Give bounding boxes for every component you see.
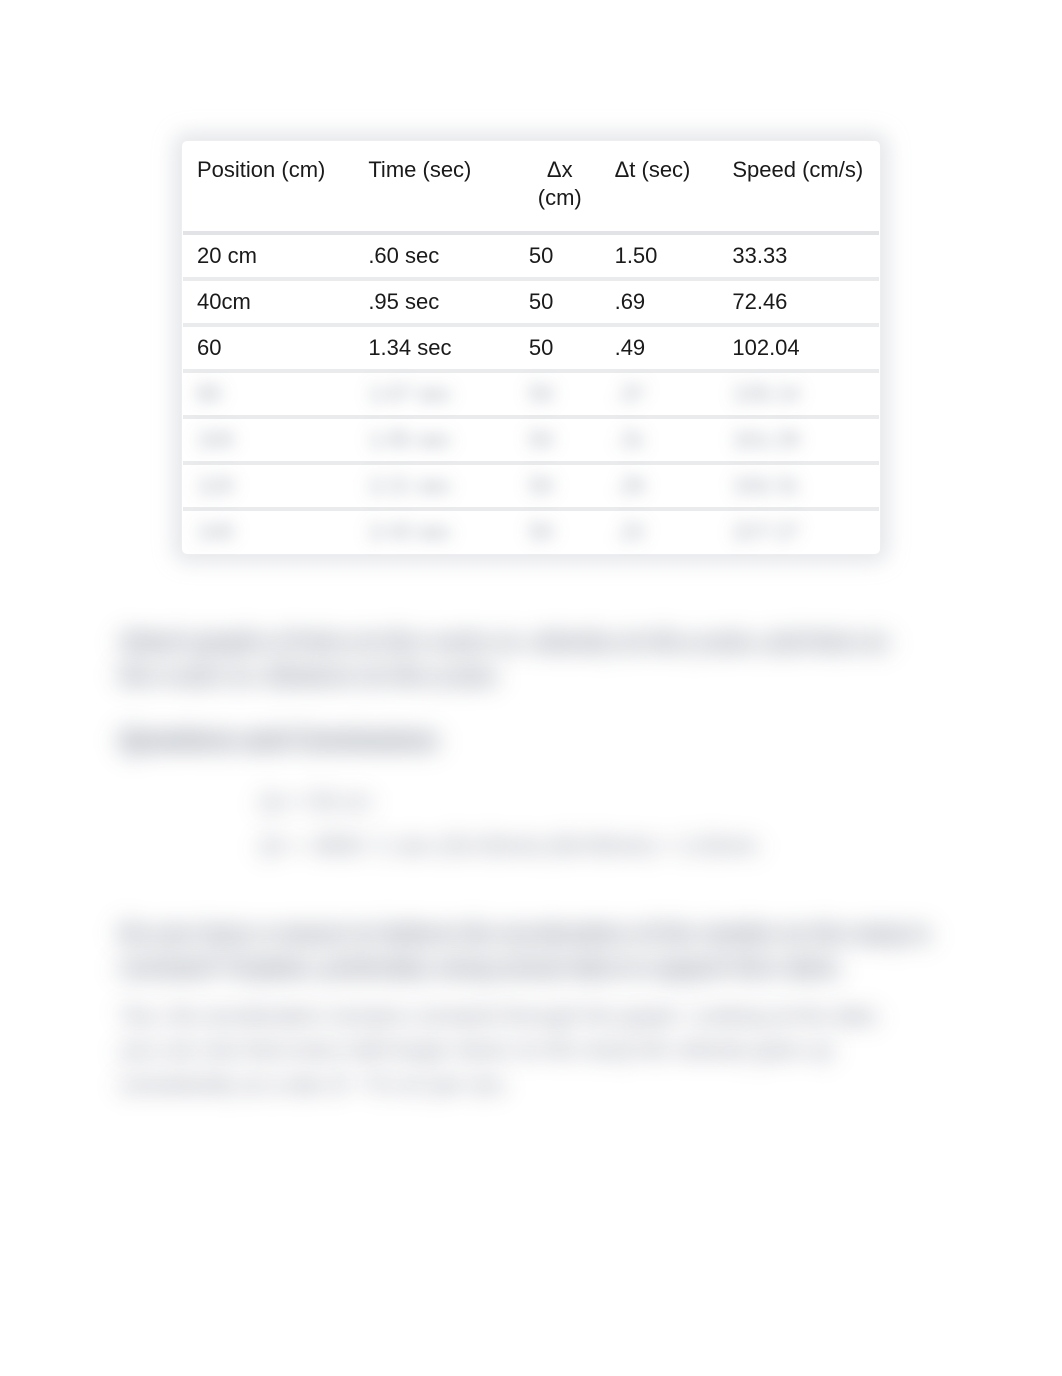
table-row: 1402.43 sec50.22227.27 <box>183 509 879 553</box>
calc-line-2: Δt = .4900 / 1 sec (33.33m/s) (60.90m/s)… <box>120 833 942 859</box>
cell-speed: 227.27 <box>718 509 879 553</box>
col-header-dt: Δt (sec) <box>601 142 719 233</box>
cell-speed: 161.29 <box>718 417 879 463</box>
cell-time: 2.21 sec <box>354 463 515 509</box>
cell-position: 60 <box>183 325 354 371</box>
cell-dx: 50 <box>515 325 601 371</box>
cell-position: 120 <box>183 463 354 509</box>
cell-position: 20 cm <box>183 233 354 279</box>
cell-position: 140 <box>183 509 354 553</box>
cell-dx: 50 <box>515 417 601 463</box>
cell-dx: 50 <box>515 279 601 325</box>
cell-time: 1.95 sec <box>354 417 515 463</box>
cell-dx: 50 <box>515 371 601 417</box>
answer-paragraph: Yes, the acceleration remains constant t… <box>120 999 942 1101</box>
question-paragraph: Do you have a reason to believe the acce… <box>120 917 942 985</box>
cell-dt: .22 <box>601 509 719 553</box>
cell-position: 80 <box>183 371 354 417</box>
col-header-dx: Δx (cm) <box>515 142 601 233</box>
cell-position: 40cm <box>183 279 354 325</box>
col-header-time: Time (sec) <box>354 142 515 233</box>
cell-speed: 192.31 <box>718 463 879 509</box>
cell-dt: .37 <box>601 371 719 417</box>
table-row: 1202.21 sec50.26192.31 <box>183 463 879 509</box>
cell-speed: 135.14 <box>718 371 879 417</box>
calc-line-1: Δx = 50 cm <box>120 789 942 815</box>
table-row: 1001.95 sec50.31161.29 <box>183 417 879 463</box>
data-table: Position (cm) Time (sec) Δx (cm) Δt (sec… <box>183 142 879 553</box>
cell-dx: 50 <box>515 509 601 553</box>
table-row: 40cm.95 sec50.6972.46 <box>183 279 879 325</box>
cell-speed: 102.04 <box>718 325 879 371</box>
cell-time: 2.43 sec <box>354 509 515 553</box>
cell-position: 100 <box>183 417 354 463</box>
cell-dt: .26 <box>601 463 719 509</box>
cell-dx: 50 <box>515 463 601 509</box>
table-header-row: Position (cm) Time (sec) Δx (cm) Δt (sec… <box>183 142 879 233</box>
graph-instruction: Attach graphs of time on the x-axis vs. … <box>120 625 942 693</box>
col-header-speed: Speed (cm/s) <box>718 142 879 233</box>
table-row: 801.67 sec50.37135.14 <box>183 371 879 417</box>
cell-time: 1.34 sec <box>354 325 515 371</box>
col-header-position: Position (cm) <box>183 142 354 233</box>
cell-time: .95 sec <box>354 279 515 325</box>
cell-dt: .69 <box>601 279 719 325</box>
data-table-container: Position (cm) Time (sec) Δx (cm) Δt (sec… <box>181 140 881 555</box>
cell-dt: 1.50 <box>601 233 719 279</box>
cell-dx: 50 <box>515 233 601 279</box>
table-row: 20 cm.60 sec501.5033.33 <box>183 233 879 279</box>
cell-dt: .31 <box>601 417 719 463</box>
cell-time: .60 sec <box>354 233 515 279</box>
cell-speed: 33.33 <box>718 233 879 279</box>
cell-dt: .49 <box>601 325 719 371</box>
section-heading: Questions and Conclusions <box>120 727 942 755</box>
cell-time: 1.67 sec <box>354 371 515 417</box>
cell-speed: 72.46 <box>718 279 879 325</box>
table-row: 601.34 sec50.49102.04 <box>183 325 879 371</box>
